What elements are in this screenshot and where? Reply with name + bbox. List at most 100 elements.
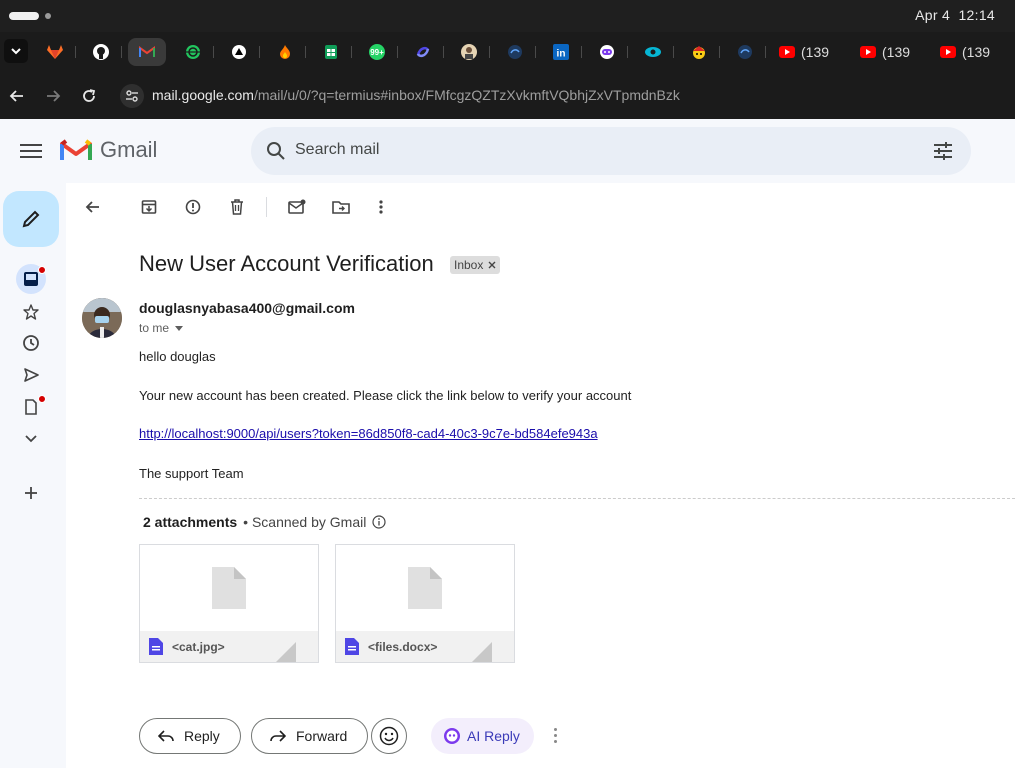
back-button[interactable] xyxy=(6,85,28,107)
arrow-right-icon xyxy=(47,90,61,102)
sheets-icon xyxy=(325,45,337,59)
swirl-icon xyxy=(416,46,430,58)
reload-icon xyxy=(83,89,96,102)
clock-icon xyxy=(23,335,39,351)
inbox-unread-dot xyxy=(38,266,46,274)
tab-github[interactable] xyxy=(82,38,122,66)
back-to-inbox-button[interactable] xyxy=(81,195,105,219)
report-icon xyxy=(185,199,201,215)
tab-avatar[interactable] xyxy=(450,38,490,66)
sender-email[interactable]: douglasnyabasa400@gmail.com xyxy=(139,300,355,316)
system-clock[interactable]: Apr 4 12:14 xyxy=(915,7,995,23)
archive-button[interactable] xyxy=(137,195,161,219)
clock-date: Apr 4 xyxy=(915,7,951,23)
triangle-icon xyxy=(232,45,246,59)
tab-whatsapp[interactable]: 99+ xyxy=(358,38,398,66)
report-spam-button[interactable] xyxy=(181,195,205,219)
tab-hat[interactable] xyxy=(680,38,720,66)
recipient-details[interactable]: to me xyxy=(139,321,184,335)
tune-icon xyxy=(126,90,138,102)
workspace-dot[interactable] xyxy=(45,13,51,19)
message-view: New User Account Verification Inbox doug… xyxy=(66,183,1015,768)
tab-gitlab[interactable] xyxy=(36,38,76,66)
gmail-icon xyxy=(139,46,155,57)
fire-icon xyxy=(280,45,290,59)
move-to-button[interactable] xyxy=(329,195,353,219)
clock-time: 12:14 xyxy=(958,7,995,23)
verification-link[interactable]: http://localhost:9000/api/users?token=86… xyxy=(139,426,598,441)
chevron-down-icon xyxy=(25,435,37,443)
tab-eye[interactable] xyxy=(634,38,674,66)
tab-fire[interactable] xyxy=(266,38,306,66)
body-greeting: hello douglas xyxy=(139,349,216,364)
ai-reply-button[interactable]: AI Reply xyxy=(431,718,534,754)
tab-linkedin[interactable]: in xyxy=(542,38,582,66)
toolbar-divider xyxy=(266,197,267,217)
tab-triangle[interactable] xyxy=(220,38,260,66)
nav-sent[interactable] xyxy=(19,363,43,387)
nav-snoozed[interactable] xyxy=(19,331,43,355)
main-menu-button[interactable] xyxy=(18,141,44,161)
search-input[interactable]: Search mail xyxy=(295,141,379,159)
reply-label: Reply xyxy=(184,728,220,744)
tab-youtube-1[interactable]: (139 xyxy=(779,38,829,66)
eye-icon xyxy=(645,47,661,57)
tab-devtools-1[interactable] xyxy=(496,38,536,66)
address-bar[interactable]: mail.google.com/mail/u/0/?q=termius#inbo… xyxy=(114,80,1015,110)
reply-icon xyxy=(158,730,174,742)
site-info-button[interactable] xyxy=(120,84,144,108)
url-path: /mail/u/0/?q=termius#inbox/FMfcgzQZTzXvk… xyxy=(253,87,680,103)
compose-button[interactable] xyxy=(3,191,59,247)
plus-icon xyxy=(25,487,37,499)
tab-youtube-2[interactable]: (139 xyxy=(860,38,910,66)
delete-button[interactable] xyxy=(225,195,249,219)
devtools-icon xyxy=(738,45,752,59)
attachment-preview xyxy=(140,545,318,631)
folder-move-icon xyxy=(332,201,350,214)
tab-title: (139 xyxy=(801,44,830,60)
forward-button[interactable] xyxy=(42,85,64,107)
tab-sheets[interactable] xyxy=(312,38,352,66)
linkedin-icon: in xyxy=(553,44,569,60)
info-icon[interactable] xyxy=(372,515,386,529)
attachment-card[interactable]: <files.docx> xyxy=(335,544,515,663)
tab-swirl[interactable] xyxy=(404,38,444,66)
attachment-card[interactable]: <cat.jpg> xyxy=(139,544,319,663)
attachments-count: 2 attachments xyxy=(143,514,238,530)
more-vert-icon xyxy=(379,200,383,214)
gmail-logo-text: Gmail xyxy=(100,137,158,162)
nav-more[interactable] xyxy=(19,426,43,450)
nav-starred[interactable] xyxy=(19,300,43,324)
inbox-label-chip[interactable]: Inbox xyxy=(450,256,501,274)
archive-icon xyxy=(141,200,157,214)
search-bar[interactable]: Search mail xyxy=(251,127,971,175)
reply-button[interactable]: Reply xyxy=(139,718,241,754)
forward-icon xyxy=(270,730,286,742)
trash-icon xyxy=(231,199,243,215)
sender-avatar[interactable] xyxy=(82,298,122,338)
more-actions-button[interactable] xyxy=(554,728,558,746)
tab-title: (139 xyxy=(882,44,911,60)
nav-new-label[interactable] xyxy=(19,481,43,505)
gmail-logo[interactable]: Gmail xyxy=(60,137,157,163)
mark-unread-button[interactable] xyxy=(285,195,309,219)
more-options-button[interactable] xyxy=(369,195,393,219)
tab-chat[interactable] xyxy=(588,38,628,66)
close-icon[interactable] xyxy=(488,261,496,269)
launcher-pill[interactable] xyxy=(9,12,39,20)
tab-gmail-active[interactable] xyxy=(128,38,166,66)
inbox-icon xyxy=(24,272,38,286)
tab-youtube-3[interactable]: (139 xyxy=(940,38,990,66)
system-status-bar: Apr 4 12:14 xyxy=(0,0,1015,32)
youtube-icon xyxy=(779,46,795,58)
tab-devtools-2[interactable] xyxy=(726,38,766,66)
whatsapp-icon: 99+ xyxy=(369,44,385,60)
attachment-name: <cat.jpg> xyxy=(172,640,225,654)
search-icon[interactable] xyxy=(265,140,287,167)
tab-search-button[interactable] xyxy=(4,39,28,63)
search-options-icon[interactable] xyxy=(933,141,953,166)
emoji-reaction-button[interactable] xyxy=(371,718,407,754)
tab-globe[interactable] xyxy=(174,38,214,66)
reload-button[interactable] xyxy=(78,85,100,107)
forward-button[interactable]: Forward xyxy=(251,718,369,754)
